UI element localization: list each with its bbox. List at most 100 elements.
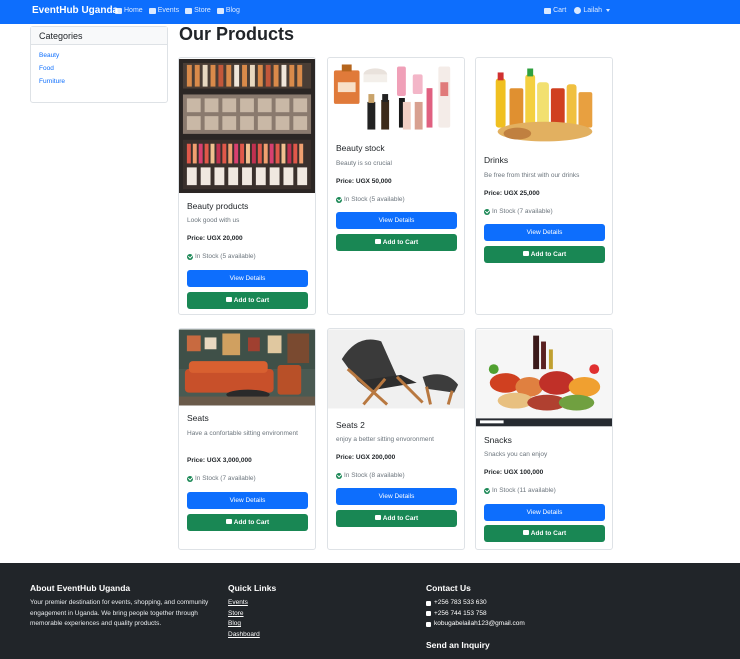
product-image[interactable]: [179, 58, 315, 194]
stock-text: In Stock (7 available): [492, 208, 553, 215]
home-icon: [115, 7, 122, 14]
product-card: Snacks Snacks you can enjoy Price: UGX 1…: [475, 328, 613, 550]
view-details-button[interactable]: View Details: [484, 224, 605, 241]
stock-status: In Stock (7 available): [187, 475, 256, 482]
product-card: Beauty products Look good with us Price:…: [178, 57, 316, 315]
footer-link-store[interactable]: Store: [228, 609, 348, 620]
product-price: Price: UGX 20,000: [187, 235, 243, 242]
product-description: Have a confortable sitting environment: [187, 430, 298, 437]
footer-contact: Contact Us +256 783 533 630 +256 744 153…: [426, 583, 626, 655]
nav-blog[interactable]: Blog: [216, 7, 240, 14]
stock-text: In Stock (11 available): [492, 487, 556, 494]
user-name: Lailah: [583, 7, 602, 14]
footer-link-events[interactable]: Events: [228, 598, 348, 609]
stock-status: In Stock (11 available): [484, 487, 556, 494]
product-image[interactable]: [476, 329, 612, 427]
stock-status: In Stock (8 available): [336, 472, 405, 479]
product-title: Seats 2: [336, 420, 365, 430]
product-description: Be free from thirst with our drinks: [484, 172, 580, 179]
view-details-button[interactable]: View Details: [336, 212, 457, 229]
footer-link-blog[interactable]: Blog: [228, 619, 348, 630]
view-details-button[interactable]: View Details: [336, 488, 457, 505]
add-to-cart-button[interactable]: Add to Cart: [484, 525, 605, 542]
stock-status: In Stock (5 available): [336, 196, 405, 203]
product-price: Price: UGX 200,000: [336, 454, 396, 461]
check-circle-icon: [187, 475, 193, 482]
footer-inquiry-title: Send an Inquiry: [426, 639, 490, 650]
add-to-cart-label: Add to Cart: [382, 515, 419, 522]
footer-about-title: About EventHub Uganda: [30, 583, 131, 593]
user-menu-dropdown[interactable]: Lailah: [574, 7, 610, 14]
footer-contact-title: Contact Us: [426, 583, 471, 593]
product-price: Price: UGX 50,000: [336, 178, 392, 185]
calendar-icon: [148, 7, 156, 14]
add-to-cart-label: Add to Cart: [233, 297, 270, 304]
store-icon: [185, 7, 193, 14]
category-beauty[interactable]: Beauty: [31, 52, 167, 59]
footer-phone-1: +256 783 533 630: [426, 598, 626, 609]
add-to-cart-button[interactable]: Add to Cart: [484, 246, 605, 263]
add-to-cart-label: Add to Cart: [233, 519, 270, 526]
product-card: Beauty stock Beauty is so crucial Price:…: [327, 57, 465, 315]
nav-events-label: Events: [157, 7, 180, 14]
newspaper-icon: [216, 7, 224, 14]
product-price: Price: UGX 25,000: [484, 190, 540, 197]
product-price: Price: UGX 100,000: [484, 469, 544, 476]
add-to-cart-button[interactable]: Add to Cart: [187, 514, 308, 531]
phone-icon: [426, 600, 431, 606]
phone-2-text: +256 744 153 758: [434, 609, 487, 617]
stock-status: In Stock (7 available): [484, 208, 553, 215]
view-details-button[interactable]: View Details: [484, 504, 605, 521]
add-to-cart-button[interactable]: Add to Cart: [187, 292, 308, 309]
product-description: Snacks you can enjoy: [484, 451, 548, 458]
nav-events[interactable]: Events: [148, 7, 180, 14]
footer-phone-2: +256 744 153 758: [426, 609, 626, 620]
cart-icon: [544, 7, 552, 14]
stock-status: In Stock (5 available): [187, 253, 256, 260]
categories-sidebar: Categories Beauty Food Furniture: [30, 26, 168, 103]
product-title: Drinks: [484, 155, 509, 165]
product-card: Seats Have a confortable sitting environ…: [178, 328, 316, 550]
add-to-cart-label: Add to Cart: [382, 239, 419, 246]
nav-store-label: Store: [194, 7, 211, 14]
cart-icon: [374, 515, 381, 520]
cart-icon: [522, 251, 529, 256]
product-card: Drinks Be free from thirst with our drin…: [475, 57, 613, 315]
footer-link-dashboard[interactable]: Dashboard: [228, 630, 348, 641]
product-title: Beauty products: [187, 201, 249, 211]
category-furniture[interactable]: Furniture: [31, 78, 167, 85]
product-title: Seats: [187, 413, 209, 423]
phone-icon: [426, 611, 431, 617]
nav-blog-label: Blog: [225, 7, 240, 14]
view-details-button[interactable]: View Details: [187, 270, 308, 287]
product-description: enjoy a better sitting envoronment: [336, 436, 434, 443]
stock-text: In Stock (8 available): [344, 472, 405, 479]
phone-1-text: +256 783 533 630: [434, 599, 487, 606]
stock-text: In Stock (7 available): [195, 475, 256, 482]
nav-home[interactable]: Home: [115, 7, 143, 14]
product-image[interactable]: [476, 58, 612, 148]
nav-home-label: Home: [124, 7, 143, 14]
footer-about-text: Your premier destination for events, sho…: [30, 599, 209, 627]
product-image[interactable]: [179, 329, 315, 406]
nav-cart[interactable]: Cart: [544, 7, 566, 14]
product-image[interactable]: [328, 329, 464, 409]
cart-icon: [225, 297, 232, 302]
view-details-button[interactable]: View Details: [187, 492, 308, 509]
add-to-cart-button[interactable]: Add to Cart: [336, 234, 457, 251]
nav-store[interactable]: Store: [185, 7, 211, 14]
check-circle-icon: [484, 208, 490, 215]
nav-links: Home Events Store Blog: [115, 7, 240, 14]
add-to-cart-button[interactable]: Add to Cart: [336, 510, 457, 527]
category-food[interactable]: Food: [31, 65, 167, 72]
brand-logo[interactable]: EventHub Uganda: [32, 5, 118, 16]
product-image[interactable]: [328, 58, 464, 138]
footer-email: kobugabelailah123@gmail.com: [426, 619, 626, 630]
chevron-down-icon: [606, 9, 610, 12]
add-to-cart-label: Add to Cart: [530, 530, 567, 537]
stock-text: In Stock (5 available): [344, 196, 405, 203]
nav-right: Cart Lailah: [544, 7, 610, 14]
product-title: Beauty stock: [336, 143, 385, 153]
check-circle-icon: [484, 487, 490, 494]
product-price: Price: UGX 3,000,000: [187, 457, 252, 464]
